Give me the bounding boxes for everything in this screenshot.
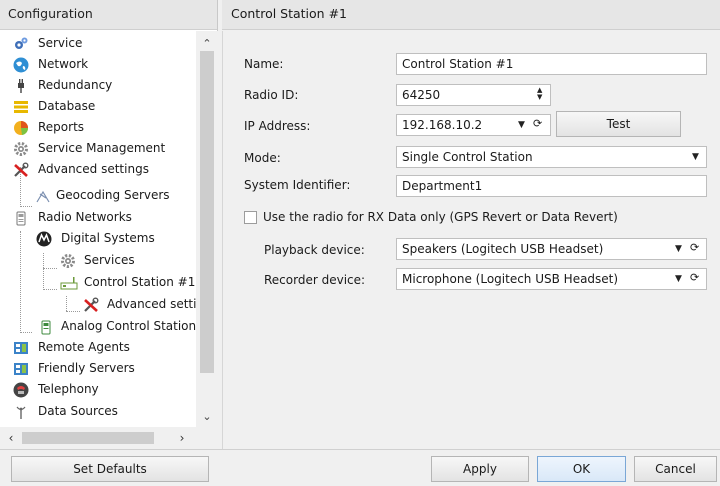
scrollbar-thumb[interactable] bbox=[200, 51, 214, 373]
tree-item-digital-systems[interactable]: Digital Systems bbox=[0, 228, 196, 249]
tree-item-control-station-advanced[interactable]: Advanced setti bbox=[0, 294, 196, 315]
radio-id-label: Radio ID: bbox=[244, 88, 299, 102]
playback-device-label: Playback device: bbox=[264, 243, 365, 257]
chevron-down-icon[interactable]: ▼ bbox=[675, 244, 682, 254]
tree-item-data-sources[interactable]: Data Sources bbox=[0, 401, 196, 422]
playback-device-value: Speakers (Logitech USB Headset) bbox=[402, 242, 604, 256]
tree-item-database[interactable]: Database bbox=[0, 96, 196, 117]
spinner-arrows-icon[interactable]: ▲ ▼ bbox=[537, 87, 542, 101]
tree-item-advanced-settings[interactable]: Advanced settings bbox=[0, 159, 196, 180]
ok-button[interactable]: OK bbox=[537, 456, 626, 482]
radio-id-value: 64250 bbox=[402, 88, 441, 102]
tree-item-service-management[interactable]: Service Management bbox=[0, 138, 196, 159]
name-label: Name: bbox=[244, 57, 284, 71]
mode-label: Mode: bbox=[244, 151, 281, 165]
tools-icon bbox=[83, 297, 99, 313]
scroll-up-icon[interactable]: ⌃ bbox=[201, 38, 213, 50]
recorder-device-select[interactable]: Microphone (Logitech USB Headset) bbox=[396, 268, 707, 290]
refresh-icon[interactable]: ⟳ bbox=[690, 241, 699, 254]
mode-select[interactable]: Single Control Station bbox=[396, 146, 707, 168]
scroll-left-icon[interactable]: ‹ bbox=[5, 431, 17, 445]
mode-value: Single Control Station bbox=[402, 150, 533, 164]
database-icon bbox=[13, 99, 29, 115]
radio-id-field[interactable]: 64250 bbox=[396, 84, 551, 106]
motorola-icon bbox=[36, 231, 52, 247]
radio-icon bbox=[38, 319, 54, 335]
tree-item-redundancy[interactable]: Redundancy bbox=[0, 75, 196, 96]
server-icon bbox=[13, 361, 29, 377]
scroll-right-icon[interactable]: › bbox=[176, 431, 188, 445]
configuration-header: Configuration bbox=[0, 0, 217, 30]
geocoding-icon bbox=[35, 188, 51, 204]
recorder-device-value: Microphone (Logitech USB Headset) bbox=[402, 272, 619, 286]
agent-icon bbox=[13, 340, 29, 356]
gear-icon bbox=[13, 36, 29, 52]
set-defaults-button[interactable]: Set Defaults bbox=[11, 456, 209, 482]
cog-icon bbox=[60, 253, 76, 269]
settings-form: Name: Control Station #1 Radio ID: 64250… bbox=[222, 31, 720, 449]
name-field[interactable]: Control Station #1 bbox=[396, 53, 707, 75]
tree-item-reports[interactable]: Reports bbox=[0, 117, 196, 138]
cancel-button[interactable]: Cancel bbox=[634, 456, 717, 482]
chevron-down-icon[interactable]: ▼ bbox=[518, 120, 525, 130]
settings-panel: Control Station #1 Name: Control Station… bbox=[222, 0, 720, 449]
refresh-icon[interactable]: ⟳ bbox=[690, 271, 699, 284]
scrollbar-thumb[interactable] bbox=[22, 432, 154, 444]
report-icon bbox=[13, 120, 29, 136]
plug-icon bbox=[13, 78, 29, 94]
antenna-icon bbox=[13, 404, 29, 420]
recorder-device-label: Recorder device: bbox=[264, 273, 366, 287]
tree-item-geocoding-servers[interactable]: Geocoding Servers bbox=[0, 185, 196, 206]
configuration-panel: Configuration Service Network Redundancy… bbox=[0, 0, 218, 449]
system-identifier-label: System Identifier: bbox=[244, 178, 351, 192]
refresh-icon[interactable]: ⟳ bbox=[533, 117, 542, 130]
rx-data-only-checkbox[interactable] bbox=[244, 211, 257, 224]
ip-address-value: 192.168.10.2 bbox=[402, 118, 483, 132]
system-identifier-field[interactable]: Department1 bbox=[396, 175, 707, 197]
tree-horizontal-scrollbar[interactable]: ‹ › bbox=[0, 427, 196, 449]
tree-item-network[interactable]: Network bbox=[0, 54, 196, 75]
control-station-icon bbox=[60, 275, 78, 291]
radio-icon bbox=[13, 210, 29, 226]
tools-icon bbox=[13, 162, 29, 178]
playback-device-select[interactable]: Speakers (Logitech USB Headset) bbox=[396, 238, 707, 260]
tree-item-telephony[interactable]: Telephony bbox=[0, 379, 196, 400]
test-button[interactable]: Test bbox=[556, 111, 681, 137]
rx-data-only-label: Use the radio for RX Data only (GPS Reve… bbox=[263, 210, 618, 224]
tree-item-analog-control-stations[interactable]: Analog Control Stations bbox=[0, 316, 196, 337]
tree-item-radio-networks[interactable]: Radio Networks bbox=[0, 207, 196, 228]
tree-vertical-scrollbar[interactable]: ⌃ ⌄ bbox=[196, 31, 218, 427]
tree-item-service[interactable]: Service bbox=[0, 33, 196, 54]
ip-address-field[interactable]: 192.168.10.2 bbox=[396, 114, 551, 136]
scroll-down-icon[interactable]: ⌄ bbox=[201, 411, 213, 423]
chevron-down-icon[interactable]: ▼ bbox=[675, 274, 682, 284]
phone-icon bbox=[13, 382, 29, 398]
chevron-down-icon[interactable]: ▼ bbox=[692, 152, 699, 162]
dialog-button-bar: Set Defaults Apply OK Cancel bbox=[0, 449, 720, 486]
tree-item-remote-agents[interactable]: Remote Agents bbox=[0, 337, 196, 358]
apply-button[interactable]: Apply bbox=[431, 456, 529, 482]
cog-icon bbox=[13, 141, 29, 157]
settings-header: Control Station #1 bbox=[222, 0, 720, 30]
configuration-tree: Service Network Redundancy Database Repo… bbox=[0, 31, 196, 427]
ip-address-label: IP Address: bbox=[244, 119, 311, 133]
tree-item-services[interactable]: Services bbox=[0, 250, 196, 271]
tree-item-control-station[interactable]: Control Station #1 bbox=[0, 272, 196, 293]
tree-item-friendly-servers[interactable]: Friendly Servers bbox=[0, 358, 196, 379]
scrollbar-corner bbox=[196, 427, 218, 449]
globe-icon bbox=[13, 57, 29, 73]
